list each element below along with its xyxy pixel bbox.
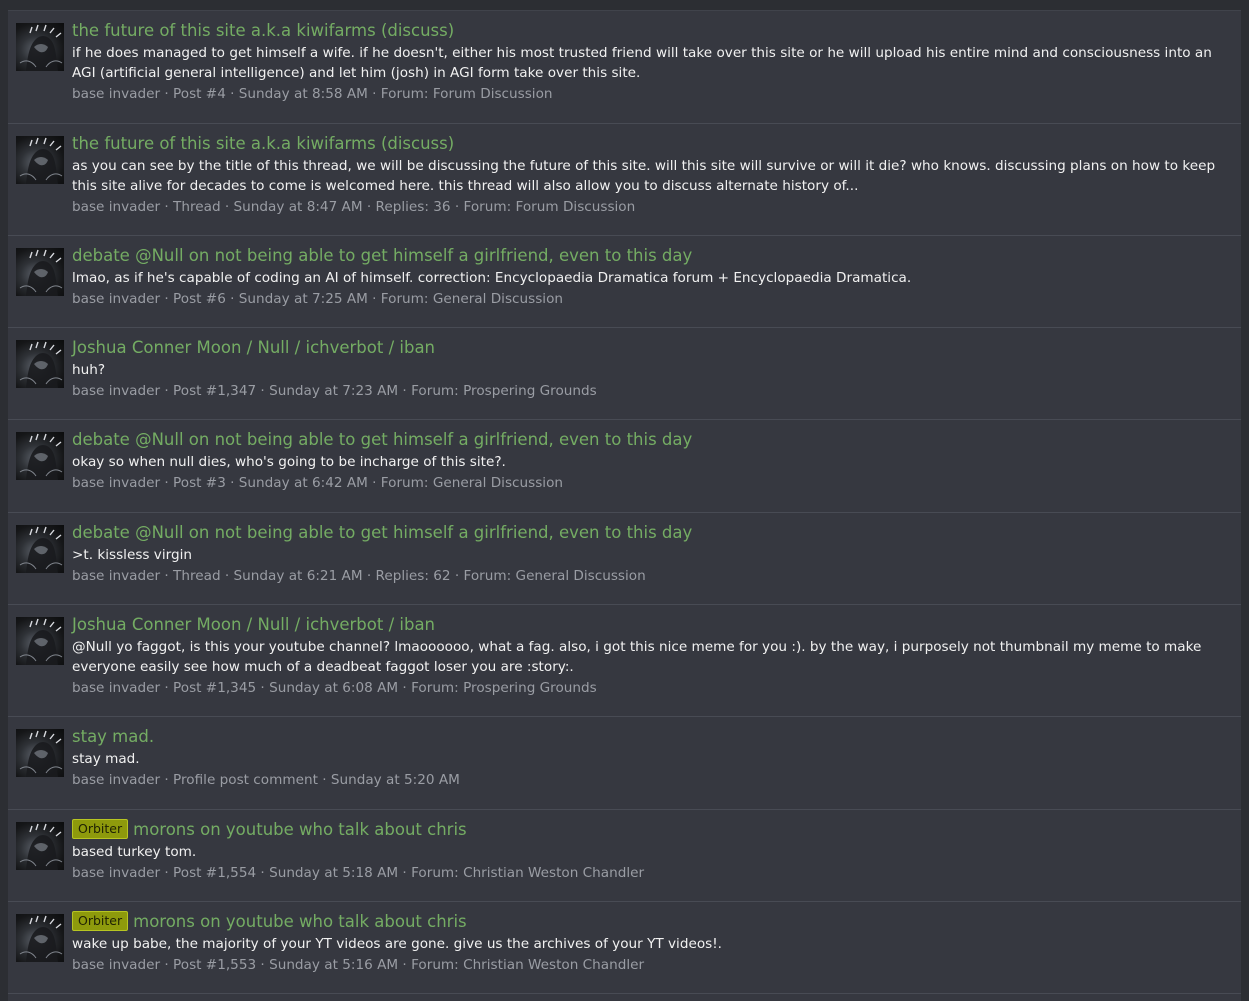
- result-snippet: stay mad.: [72, 751, 140, 767]
- result-meta-text: · Post #1,554 · Sunday at 5:18 AM · Foru…: [160, 865, 464, 881]
- result-title[interactable]: the future of this site a.k.a kiwifarms …: [72, 134, 454, 153]
- search-result-item: Orbiter morons on youtube who talk about …: [8, 810, 1241, 902]
- result-snippet: wake up babe, the majority of your YT vi…: [72, 936, 722, 952]
- forum-link[interactable]: General Discussion: [433, 291, 563, 307]
- user-avatar[interactable]: [16, 525, 64, 573]
- result-title-link[interactable]: stay mad.: [72, 725, 1233, 749]
- prefix-badge[interactable]: Orbiter: [72, 911, 129, 931]
- result-meta-text: · Post #3 · Sunday at 6:42 AM · Forum:: [160, 475, 433, 491]
- user-avatar[interactable]: [16, 23, 64, 71]
- result-title[interactable]: Joshua Conner Moon / Null / ichverbot / …: [72, 338, 435, 357]
- result-title[interactable]: Joshua Conner Moon / Null / ichverbot / …: [72, 615, 435, 634]
- result-title[interactable]: debate @Null on not being able to get hi…: [72, 246, 692, 265]
- result-meta: base invader · Post #1,345 · Sunday at 6…: [72, 677, 1233, 699]
- result-meta-text: · Thread · Sunday at 6:21 AM · Replies: …: [160, 568, 516, 584]
- username-link[interactable]: base invader: [72, 568, 160, 584]
- result-meta: base invader · Thread · Sunday at 8:47 A…: [72, 196, 1233, 218]
- result-title-link[interactable]: debate @Null on not being able to get hi…: [72, 521, 1233, 545]
- result-snippet: lmao, as if he's capable of coding an AI…: [72, 270, 912, 286]
- result-snippet: as you can see by the title of this thre…: [72, 158, 1216, 194]
- result-title[interactable]: morons on youtube who talk about chris: [133, 820, 467, 839]
- result-meta-text: · Thread · Sunday at 8:47 AM · Replies: …: [160, 199, 516, 215]
- result-meta: base invader · Post #1,347 · Sunday at 7…: [72, 380, 1233, 402]
- search-result-item: the future of this site a.k.a kiwifarms …: [8, 11, 1241, 124]
- forum-link[interactable]: General Discussion: [516, 568, 646, 584]
- forum-link[interactable]: Prospering Grounds: [463, 680, 597, 696]
- search-result-item: the future of this site a.k.a kiwifarms …: [8, 124, 1241, 236]
- user-avatar[interactable]: [16, 340, 64, 388]
- search-result-item: debate @Null on not being able to get hi…: [8, 420, 1241, 513]
- result-snippet: @Null yo faggot, is this your youtube ch…: [72, 639, 1202, 675]
- result-meta: base invader · Post #1,553 · Sunday at 5…: [72, 954, 1233, 976]
- result-title-link[interactable]: the future of this site a.k.a kiwifarms …: [72, 19, 1233, 43]
- search-result-item: Joshua Conner Moon / Null / ichverbot / …: [8, 605, 1241, 717]
- result-meta-text: · Post #1,347 · Sunday at 7:23 AM · Foru…: [160, 383, 464, 399]
- result-title[interactable]: debate @Null on not being able to get hi…: [72, 523, 692, 542]
- result-title[interactable]: morons on youtube who talk about chris: [133, 912, 467, 931]
- forum-link[interactable]: General Discussion: [433, 475, 563, 491]
- search-result-item: debate @Null on not being able to get hi…: [8, 236, 1241, 328]
- result-title[interactable]: the future of this site a.k.a kiwifarms …: [72, 21, 454, 40]
- result-meta: base invader · Post #1,554 · Sunday at 5…: [72, 862, 1233, 884]
- username-link[interactable]: base invader: [72, 199, 160, 215]
- search-results-list: the future of this site a.k.a kiwifarms …: [8, 10, 1241, 1001]
- user-avatar[interactable]: [16, 136, 64, 184]
- result-title-link[interactable]: Orbiter morons on youtube who talk about …: [72, 910, 1233, 934]
- username-link[interactable]: base invader: [72, 772, 160, 788]
- result-title-link[interactable]: the future of this site a.k.a kiwifarms …: [72, 132, 1233, 156]
- result-title-link[interactable]: debate @Null on not being able to get hi…: [72, 428, 1233, 452]
- user-avatar[interactable]: [16, 729, 64, 777]
- forum-link[interactable]: Forum Discussion: [433, 86, 553, 102]
- username-link[interactable]: base invader: [72, 865, 160, 881]
- result-meta: base invader · Profile post comment · Su…: [72, 769, 1233, 791]
- search-result-item: Orbiter morons on youtube who talk about …: [8, 902, 1241, 994]
- result-title-link[interactable]: Joshua Conner Moon / Null / ichverbot / …: [72, 336, 1233, 360]
- result-title-link[interactable]: Joshua Conner Moon / Null / ichverbot / …: [72, 613, 1233, 637]
- prefix-badge[interactable]: Orbiter: [72, 819, 129, 839]
- user-avatar[interactable]: [16, 822, 64, 870]
- username-link[interactable]: base invader: [72, 291, 160, 307]
- result-meta: base invader · Post #3 · Sunday at 6:42 …: [72, 472, 1233, 494]
- result-meta: base invader · Post #6 · Sunday at 7:25 …: [72, 288, 1233, 310]
- result-snippet: okay so when null dies, who's going to b…: [72, 454, 506, 470]
- result-meta: base invader · Thread · Sunday at 6:21 A…: [72, 565, 1233, 587]
- user-avatar[interactable]: [16, 248, 64, 296]
- result-meta-text: · Post #4 · Sunday at 8:58 AM · Forum:: [160, 86, 433, 102]
- username-link[interactable]: base invader: [72, 957, 160, 973]
- forum-link[interactable]: Christian Weston Chandler: [463, 957, 644, 973]
- user-avatar[interactable]: [16, 914, 64, 962]
- username-link[interactable]: base invader: [72, 383, 160, 399]
- search-result-item: stay mad. stay mad. base invader · Profile…: [8, 717, 1241, 810]
- result-meta: base invader · Post #4 · Sunday at 8:58 …: [72, 83, 1233, 105]
- result-title[interactable]: debate @Null on not being able to get hi…: [72, 430, 692, 449]
- forum-link[interactable]: Forum Discussion: [516, 199, 636, 215]
- forum-link[interactable]: Prospering Grounds: [463, 383, 597, 399]
- result-meta-text: · Post #1,345 · Sunday at 6:08 AM · Foru…: [160, 680, 464, 696]
- username-link[interactable]: base invader: [72, 475, 160, 491]
- result-meta-text: · Post #1,553 · Sunday at 5:16 AM · Foru…: [160, 957, 464, 973]
- result-meta-text: · Profile post comment · Sunday at 5:20 …: [160, 772, 460, 788]
- forum-link[interactable]: Christian Weston Chandler: [463, 865, 644, 881]
- user-avatar[interactable]: [16, 432, 64, 480]
- result-title[interactable]: stay mad.: [72, 727, 154, 746]
- search-result-item: Joshua Conner Moon / Null / ichverbot / …: [8, 328, 1241, 420]
- result-snippet: >t. kissless virgin: [72, 547, 192, 563]
- user-avatar[interactable]: [16, 617, 64, 665]
- username-link[interactable]: base invader: [72, 86, 160, 102]
- result-snippet: based turkey tom.: [72, 844, 197, 860]
- result-meta-text: · Post #6 · Sunday at 7:25 AM · Forum:: [160, 291, 433, 307]
- result-snippet: if he does managed to get himself a wife…: [72, 45, 1212, 81]
- result-title-link[interactable]: Orbiter morons on youtube who talk about …: [72, 818, 1233, 842]
- username-link[interactable]: base invader: [72, 680, 160, 696]
- search-result-item: debate @Null on not being able to get hi…: [8, 513, 1241, 605]
- result-snippet: huh?: [72, 362, 106, 378]
- result-title-link[interactable]: debate @Null on not being able to get hi…: [72, 244, 1233, 268]
